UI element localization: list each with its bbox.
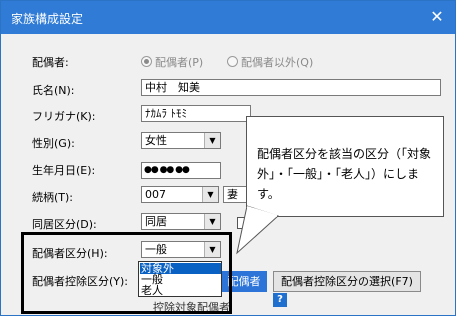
family-settings-dialog: 家族構成設定 ✕ 配偶者: 配偶者(P) 配偶者以外(Q) 氏名(N): 中村 … bbox=[0, 0, 456, 316]
highlight-frame bbox=[21, 232, 232, 314]
help-icon[interactable]: ? bbox=[273, 293, 287, 307]
callout-text: 配偶者区分を該当の区分（「対象外」・「一般」・「老人」）にします。 bbox=[257, 147, 432, 201]
deduction-select-button[interactable]: 配偶者控除区分の選択(F7) bbox=[273, 271, 421, 292]
